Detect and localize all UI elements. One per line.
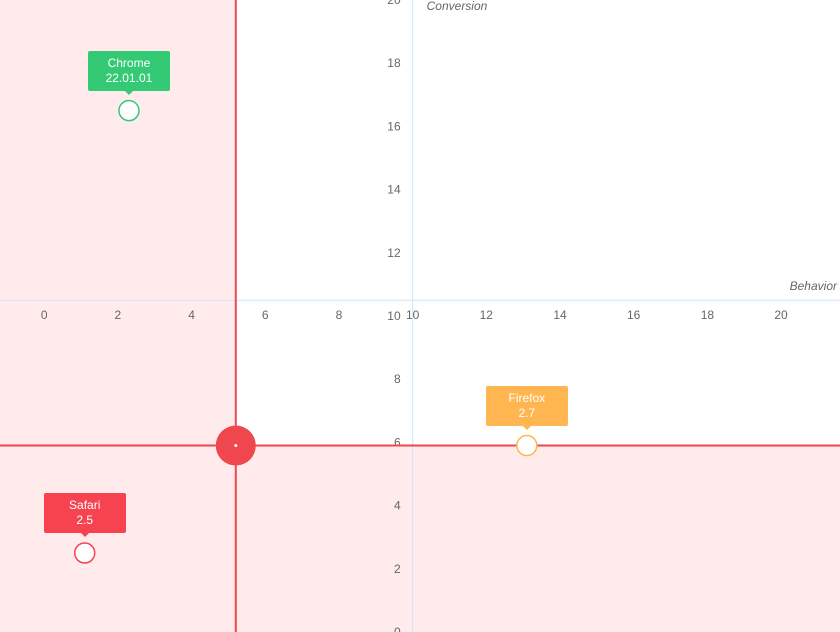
y-tick-label: 8 [394,372,401,386]
chart-canvas: 0 2 4 6 8 10 12 14 16 18 20 0 2 4 6 8 10 12 14 16 18 20 Behavi… [0,0,840,632]
chrome-tooltip-value: 22.01.01 [105,70,153,85]
firefox-tooltip-value: 2.7 [518,405,536,420]
y-tick-label: 20 [387,0,401,7]
x-tick-label: 10 [406,308,420,322]
x-tick-label: 4 [188,308,195,322]
y-tick-label: 10 [387,309,401,323]
x-tick-label: 14 [553,308,567,322]
safari-tooltip: Safari 2.5 [43,493,126,537]
y-tick-label: 12 [387,246,401,260]
y-tick-label: 6 [394,435,401,449]
chrome-point[interactable] [118,99,140,122]
quadrant-bottom [0,445,840,632]
x-tick-label: 18 [701,308,715,322]
x-tick-label: 8 [336,308,343,322]
firefox-tooltip: Firefox 2.7 [485,385,568,430]
x-tick-label: 0 [41,308,48,322]
firefox-tooltip-name: Firefox [508,390,546,405]
x-tick-label: 2 [115,308,122,322]
quadrant-scatter-chart: 0 2 4 6 8 10 12 14 16 18 20 0 2 4 6 8 10 12 14 16 18 20 Behavi… [0,0,840,632]
safari-tooltip-name: Safari [69,498,101,512]
y-axis-title: Conversion [427,0,488,13]
x-tick-label: 16 [627,308,641,322]
y-tick-label: 0 [394,625,401,632]
chrome-tooltip-name: Chrome [107,55,151,70]
x-tick-label: 20 [774,308,788,322]
safari-tooltip-value: 2.5 [76,513,94,527]
y-tick-label: 16 [387,119,401,133]
threshold-handle-dot [234,444,238,448]
chrome-tooltip: Chrome 22.01.01 [87,50,170,95]
y-tick-label: 4 [394,499,401,513]
x-tick-label: 12 [480,308,494,322]
y-tick-label: 14 [387,183,401,197]
y-tick-label: 2 [394,562,401,576]
y-tick-label: 18 [387,56,401,70]
x-tick-label: 6 [262,308,269,322]
firefox-point[interactable] [516,434,538,457]
x-axis-title: Behavior [790,279,838,293]
safari-point[interactable] [73,542,96,564]
